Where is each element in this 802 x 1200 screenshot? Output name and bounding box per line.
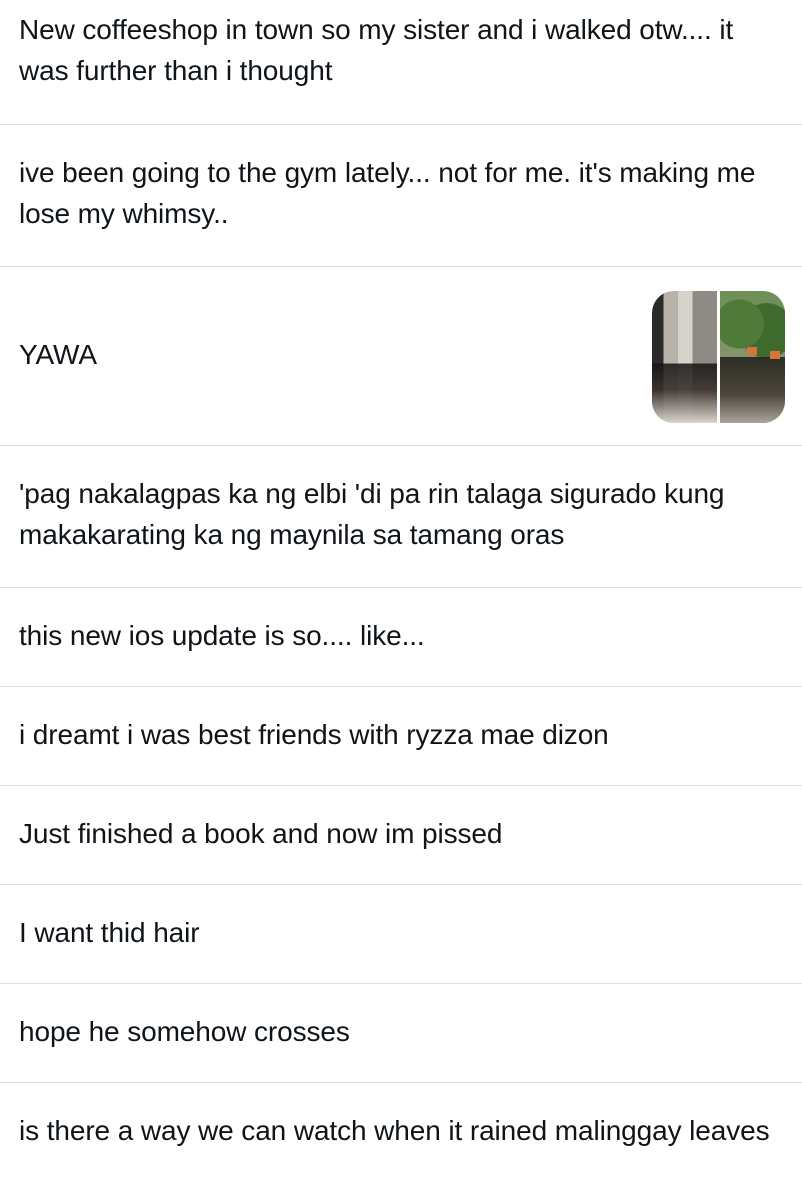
post-text: 'pag nakalagpas ka ng elbi 'di pa rin ta… — [19, 478, 725, 550]
post-text: i dreamt i was best friends with ryzza m… — [19, 719, 609, 750]
post-text: Just finished a book and now im pissed — [19, 818, 503, 849]
list-item[interactable]: YAWA — [0, 267, 802, 446]
post-text: ive been going to the gym lately... not … — [19, 157, 756, 229]
post-text: hope he somehow crosses — [19, 1016, 350, 1047]
list-item[interactable]: this new ios update is so.... like... — [0, 588, 802, 687]
list-item[interactable]: New coffeeshop in town so my sister and … — [0, 0, 802, 125]
list-item[interactable]: Just finished a book and now im pissed — [0, 786, 802, 885]
post-text: this new ios update is so.... like... — [19, 620, 425, 651]
post-text: is there a way we can watch when it rain… — [19, 1115, 770, 1146]
list-item[interactable]: hope he somehow crosses — [0, 984, 802, 1083]
list-item[interactable]: is there a way we can watch when it rain… — [0, 1083, 802, 1197]
list-item[interactable]: ive been going to the gym lately... not … — [0, 125, 802, 267]
post-feed: New coffeeshop in town so my sister and … — [0, 0, 802, 1200]
post-text: New coffeeshop in town so my sister and … — [19, 14, 734, 86]
protest-sign-icon — [747, 347, 757, 355]
list-item[interactable]: i dreamt i was best friends with ryzza m… — [0, 687, 802, 786]
post-text: YAWA — [19, 339, 97, 370]
protest-sign-icon — [770, 351, 780, 359]
post-text: I want thid hair — [19, 917, 200, 948]
list-item[interactable]: I want thid hair — [0, 885, 802, 984]
list-item[interactable]: 'pag nakalagpas ka ng elbi 'di pa rin ta… — [0, 446, 802, 588]
street-crowd-photo — [652, 291, 717, 423]
image-thumbnail[interactable] — [652, 291, 785, 423]
